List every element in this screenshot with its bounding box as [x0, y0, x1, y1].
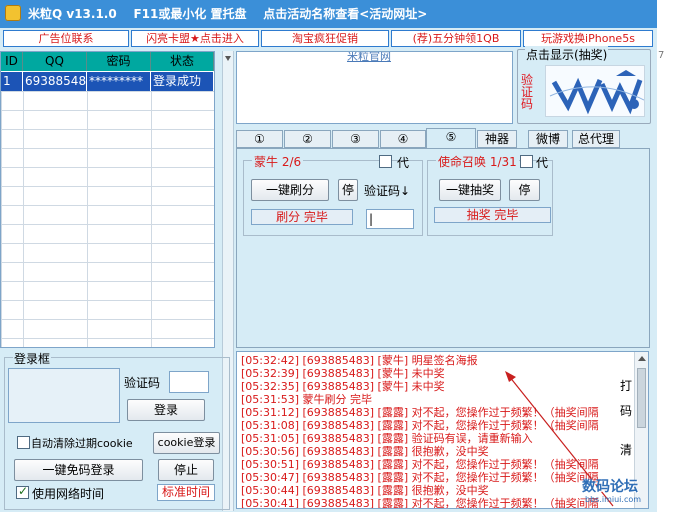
net-time-label: 使用网络时间 [32, 487, 105, 501]
log-line: [05:32:35] [693885483] [蒙牛] 未中奖 [241, 380, 445, 393]
lucky-draw-button[interactable]: 一键抽奖 [439, 179, 501, 201]
side-char: 码 [620, 404, 633, 418]
captcha-image[interactable] [545, 65, 645, 117]
cell-id: 1 [1, 72, 23, 91]
cod-group: 使命召唤 1/31 代 一键抽奖 停 抽奖 完毕 [427, 153, 553, 236]
cell-status: 登录成功 [151, 72, 214, 91]
log-line: [05:30:44] [693885483] [露露] 很抱歉，没中奖 [241, 484, 489, 497]
tab-artifact[interactable]: 神器 [477, 130, 517, 148]
collapse-arrow-icon[interactable] [225, 56, 231, 61]
one-key-login-button[interactable]: 一键免码登录 [14, 459, 143, 481]
captcha-vertical-label: 验证码 [521, 73, 534, 111]
activity-hint: 点击活动名称查看<活动网址> [263, 7, 428, 21]
mengniu-agent-checkbox[interactable] [379, 155, 392, 168]
grid-empty-rows [1, 91, 214, 347]
watermark-url: bbs.imiui.com [585, 495, 642, 504]
tab-panel: 蒙牛 2/6 代 一键刷分 停 验证码↓ 刷分 完毕 | 使命召唤 1/31 代… [236, 148, 650, 348]
tab-4[interactable]: ④ [380, 130, 426, 148]
login-stop-button[interactable]: 停止 [158, 459, 214, 481]
watermark: 数码论坛 bbs.imiui.com [582, 476, 657, 508]
grid-divider [87, 91, 88, 347]
official-site-link[interactable]: 米粒官网 [347, 52, 391, 64]
side-char: 打 [620, 379, 633, 393]
login-legend: 登录框 [13, 350, 52, 367]
grid-header: ID QQ 密码 状态 [1, 52, 214, 71]
ad-bar: 广告位联系 闪亮卡盟★点击进入 淘宝疯狂促销 (荐)五分钟领1QB 玩游戏换iP… [0, 28, 657, 48]
mengniu-status: 刷分 完毕 [251, 209, 353, 225]
brush-points-button[interactable]: 一键刷分 [251, 179, 329, 201]
table-row[interactable]: 1 69388548 ********* 登录成功 [1, 72, 214, 91]
cod-title: 使命召唤 1/31 [436, 153, 519, 170]
tab-strip: ① ② ③ ④ ⑤ 神器 微博 总代理 [236, 128, 656, 149]
window-title: 米粒Q v13.1.0 F11或最小化 置托盘 点击活动名称查看<活动网址> [28, 5, 427, 22]
card-shop-button[interactable]: 闪亮卡盟★点击进入 [131, 30, 259, 47]
login-captcha-input[interactable] [169, 371, 209, 393]
auto-clear-label: 自动清除过期cookie [31, 437, 133, 450]
cod-status: 抽奖 完毕 [434, 207, 551, 223]
mengniu-agent-label: 代 [397, 156, 410, 170]
cod-agent-label: 代 [536, 156, 549, 170]
iphone-offer-button[interactable]: 玩游戏换iPhone5s [523, 30, 653, 47]
grid-divider [23, 91, 24, 347]
tab-1[interactable]: ① [236, 130, 283, 148]
cell-password: ********* [87, 72, 151, 91]
mengniu-stop-button[interactable]: 停 [338, 179, 358, 201]
login-box: 登录框 验证码 登录 自动清除过期cookie cookie登录 一键免码登录 … [4, 350, 230, 510]
log-line: [05:31:53] 蒙牛刷分 完毕 [241, 393, 372, 406]
tray-hint: F11或最小化 置托盘 [133, 7, 247, 21]
tab-3[interactable]: ③ [332, 130, 379, 148]
log-line: [05:30:56] [693885483] [露露] 很抱歉，没中奖 [241, 445, 489, 458]
grid-divider [151, 91, 152, 347]
app-logo-icon [5, 5, 21, 21]
login-captcha-image[interactable] [8, 368, 120, 423]
ad-contact-button[interactable]: 广告位联系 [3, 30, 129, 47]
net-time-checkbox[interactable] [16, 484, 29, 499]
tab-weibo[interactable]: 微博 [528, 130, 568, 148]
mengniu-captcha-input[interactable]: | [366, 209, 414, 229]
captcha-graphic [546, 66, 644, 116]
login-captcha-label: 验证码 [124, 376, 161, 390]
login-button[interactable]: 登录 [127, 399, 205, 421]
captcha-legend: 点击显示(抽奖) [525, 46, 609, 63]
standard-time-button[interactable]: 标准时间 [157, 484, 215, 501]
cod-stop-button[interactable]: 停 [509, 179, 540, 201]
mengniu-title: 蒙牛 2/6 [252, 153, 304, 170]
watermark-text: 数码论坛 [582, 479, 638, 495]
web-panel: 米粒官网 [236, 51, 513, 124]
account-grid: ID QQ 密码 状态 1 69388548 ********* 登录成功 [0, 51, 215, 348]
log-line: [05:32:42] [693885483] [蒙牛] 明星签名海报 [241, 354, 478, 367]
main-window: 米粒Q v13.1.0 F11或最小化 置托盘 点击活动名称查看<活动网址> 广… [0, 0, 657, 512]
col-password[interactable]: 密码 [87, 52, 151, 71]
cell-qq: 69388548 [23, 72, 87, 91]
auto-clear-checkbox[interactable] [17, 436, 30, 449]
cod-agent-checkbox[interactable] [520, 155, 533, 168]
cookie-login-button[interactable]: cookie登录 [153, 432, 220, 454]
log-line: [05:31:05] [693885483] [露露] 验证码有误，请重新输入 [241, 432, 533, 445]
mengniu-captcha-label: 验证码↓ [364, 184, 411, 198]
background-char: 7 [658, 50, 665, 61]
title-bar[interactable]: 米粒Q v13.1.0 F11或最小化 置托盘 点击活动名称查看<活动网址> [0, 0, 657, 28]
col-qq[interactable]: QQ [23, 52, 87, 71]
taobao-promo-button[interactable]: 淘宝疯狂促销 [261, 30, 389, 47]
app-title: 米粒Q v13.1.0 [28, 7, 117, 21]
captcha-panel: 点击显示(抽奖) 验证码 [517, 46, 651, 124]
col-status[interactable]: 状态 [151, 52, 214, 71]
tab-agent[interactable]: 总代理 [572, 130, 620, 148]
scroll-thumb[interactable] [637, 368, 646, 428]
log-line: [05:32:39] [693885483] [蒙牛] 未中奖 [241, 367, 445, 380]
mengniu-group: 蒙牛 2/6 代 一键刷分 停 验证码↓ 刷分 完毕 | [243, 153, 423, 236]
tab-5[interactable]: ⑤ [426, 128, 476, 149]
col-id[interactable]: ID [1, 52, 23, 71]
scroll-up-icon[interactable] [638, 356, 646, 361]
side-char: 清 [620, 443, 633, 457]
tab-2[interactable]: ② [284, 130, 331, 148]
qb-offer-button[interactable]: (荐)五分钟领1QB [391, 30, 521, 47]
